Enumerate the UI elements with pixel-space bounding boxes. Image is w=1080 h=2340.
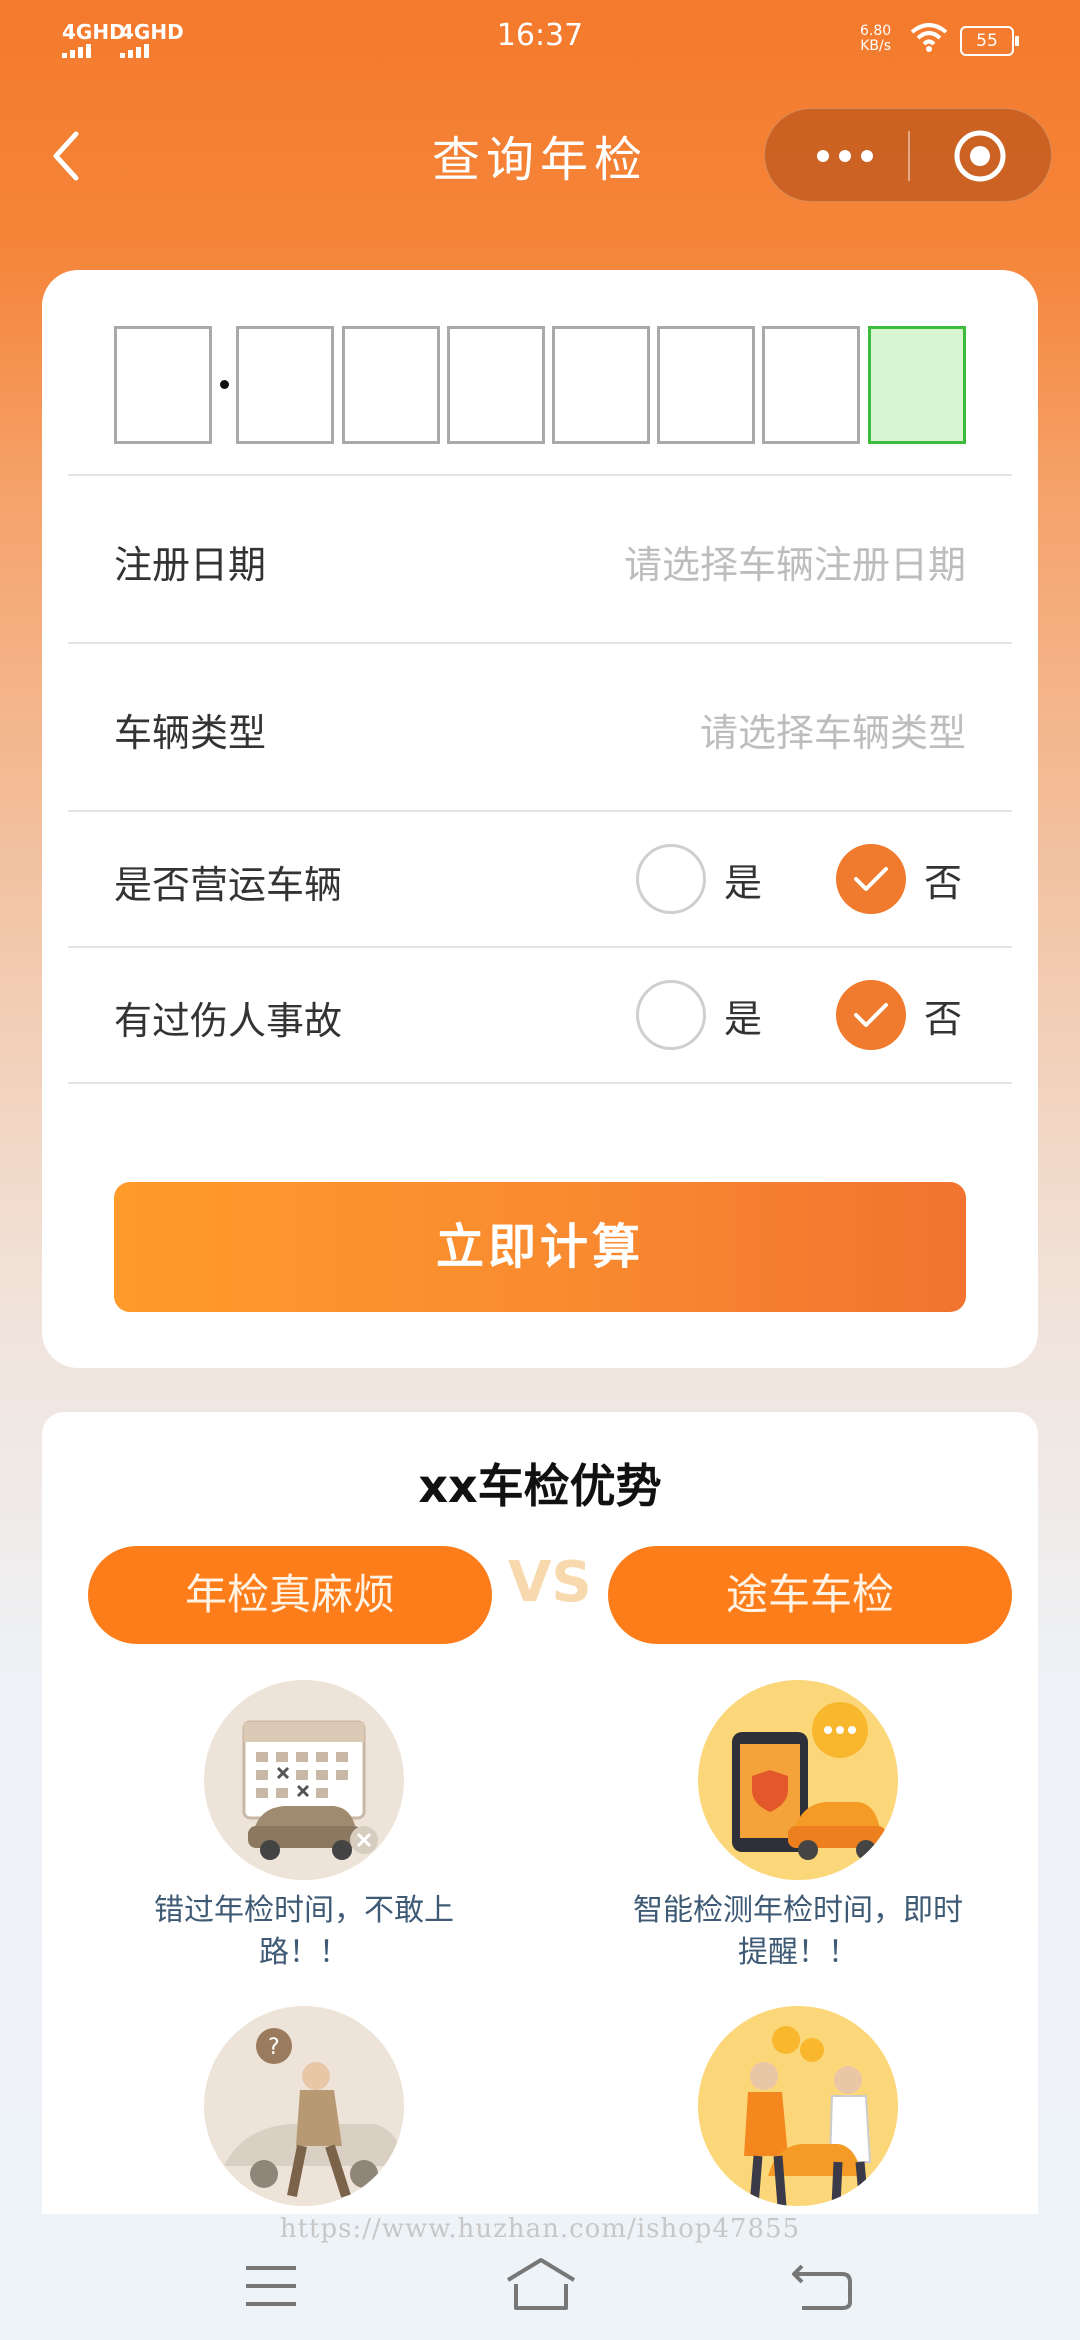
plate-char-box-5[interactable] bbox=[552, 326, 650, 444]
solution-caption-line-1: 智能检测年检时间，即时 bbox=[633, 1893, 963, 1928]
divider bbox=[68, 474, 1012, 476]
back-nav-button[interactable] bbox=[778, 2250, 868, 2320]
plate-char-box-4[interactable] bbox=[447, 326, 545, 444]
plate-char-box-1[interactable] bbox=[114, 326, 212, 444]
vehicle-type-picker[interactable]: 请选择车辆类型 bbox=[700, 702, 966, 757]
mini-program-capsule bbox=[764, 108, 1052, 202]
check-icon bbox=[854, 1003, 888, 1027]
problem-caption-line-1: 错过年检时间，不敢上 bbox=[154, 1893, 454, 1928]
commercial-yes-radio[interactable] bbox=[636, 844, 706, 914]
divider bbox=[68, 810, 1012, 812]
vs-label: VS bbox=[508, 1550, 592, 1615]
svg-text:?: ? bbox=[268, 2035, 280, 2060]
nav-bar: 查询年检 bbox=[0, 90, 1080, 220]
divider bbox=[68, 946, 1012, 948]
calendar-car-illustration bbox=[204, 1680, 404, 1880]
accident-yes-label: 是 bbox=[724, 997, 763, 1041]
commercial-no-label: 否 bbox=[924, 861, 963, 905]
menu-button[interactable] bbox=[226, 2250, 316, 2320]
home-icon bbox=[506, 2258, 576, 2310]
calculate-button[interactable]: 立即计算 bbox=[114, 1182, 966, 1312]
problem-pill: 年检真麻烦 bbox=[88, 1546, 492, 1644]
divider bbox=[68, 1082, 1012, 1084]
home-button[interactable] bbox=[496, 2250, 586, 2320]
confused-driver-illustration: ? bbox=[204, 2006, 404, 2206]
phone-car-illustration bbox=[698, 1680, 898, 1880]
accident-no-radio[interactable] bbox=[836, 980, 906, 1050]
problem-caption-line-2: 路！！ bbox=[259, 1935, 349, 1970]
net-speed-value: 6.80 bbox=[860, 23, 892, 39]
battery-level: 55 bbox=[976, 31, 998, 51]
wifi-icon bbox=[910, 22, 948, 58]
return-icon bbox=[792, 2264, 852, 2310]
check-icon bbox=[854, 867, 888, 891]
more-dots-icon bbox=[817, 150, 829, 162]
reg-date-picker[interactable]: 请选择车辆注册日期 bbox=[624, 534, 966, 589]
accident-no-label: 否 bbox=[924, 997, 963, 1041]
accident-yes-radio[interactable] bbox=[636, 980, 706, 1050]
menu-icon bbox=[246, 2266, 296, 2306]
plate-char-box-3[interactable] bbox=[342, 326, 440, 444]
advantages-title: xx车检优势 bbox=[418, 1459, 662, 1513]
plate-char-box-7[interactable] bbox=[762, 326, 860, 444]
service-staff-illustration bbox=[698, 2006, 898, 2206]
plate-char-box-2[interactable] bbox=[236, 326, 334, 444]
commercial-vehicle-label: 是否营运车辆 bbox=[114, 863, 343, 907]
plate-char-box-8-new-energy[interactable] bbox=[868, 326, 966, 444]
vehicle-type-label: 车辆类型 bbox=[114, 711, 267, 755]
more-button[interactable] bbox=[785, 109, 905, 203]
solution-caption: 智能检测年检时间，即时 提醒！！ bbox=[608, 1890, 988, 1974]
solution-pill: 途车车检 bbox=[608, 1546, 1012, 1644]
plate-input[interactable] bbox=[114, 326, 966, 444]
capsule-divider bbox=[908, 131, 910, 181]
query-form-card: 注册日期 请选择车辆注册日期 车辆类型 请选择车辆类型 是否营运车辆 是 否 有… bbox=[42, 270, 1038, 1368]
net-speed: 6.80 KB/s bbox=[860, 24, 891, 54]
accident-label: 有过伤人事故 bbox=[114, 999, 343, 1043]
reg-date-label: 注册日期 bbox=[114, 543, 267, 587]
solution-caption-line-2: 提醒！！ bbox=[738, 1935, 858, 1970]
close-mini-program-button[interactable] bbox=[915, 109, 1045, 203]
plate-char-box-6[interactable] bbox=[657, 326, 755, 444]
status-bar: 4GHD 4GHD 16:37 6.80 KB/s 55 bbox=[0, 0, 1080, 80]
commercial-yes-label: 是 bbox=[724, 861, 763, 905]
divider bbox=[68, 642, 1012, 644]
commercial-no-radio[interactable] bbox=[836, 844, 906, 914]
plate-separator-dot bbox=[220, 380, 229, 389]
problem-caption: 错过年检时间，不敢上 路！！ bbox=[114, 1890, 494, 1974]
battery-icon: 55 bbox=[960, 26, 1019, 56]
net-speed-unit: KB/s bbox=[860, 38, 891, 54]
target-circle-icon bbox=[954, 130, 1006, 182]
advantages-card: xx车检优势 年检真麻烦 VS 途车车检 错过年检时间，不敢上 路！！ 智能检测… bbox=[42, 1412, 1038, 2340]
watermark: https://www.huzhan.com/ishop47855 bbox=[279, 2214, 801, 2244]
